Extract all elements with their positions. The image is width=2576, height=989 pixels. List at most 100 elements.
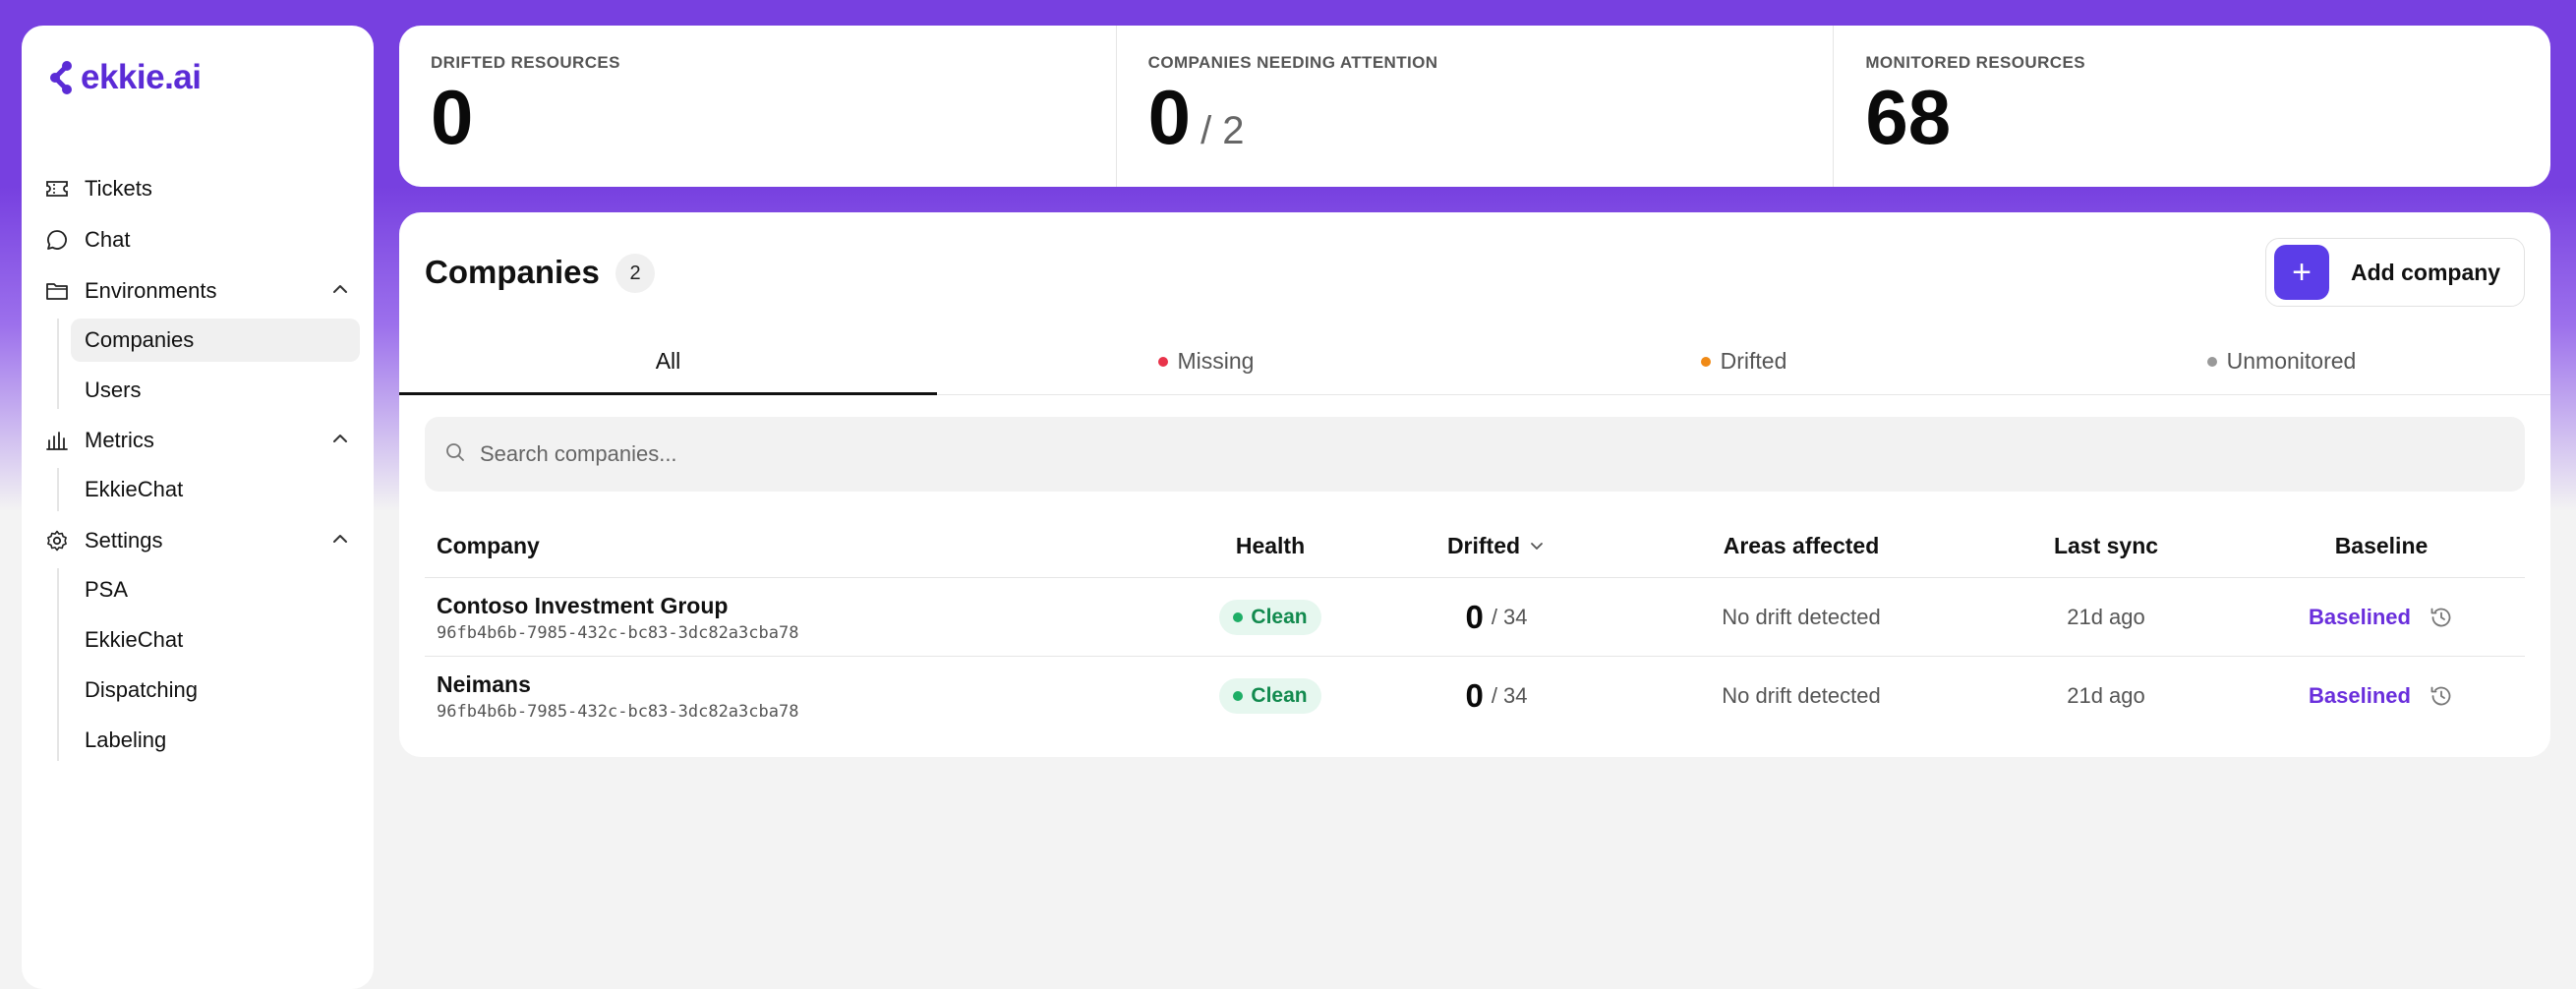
tab-label: Missing [1177, 348, 1255, 374]
sidebar-item-psa[interactable]: PSA [71, 568, 360, 611]
add-company-button[interactable]: + Add company [2265, 238, 2525, 307]
history-icon[interactable] [2429, 605, 2454, 630]
health-label: Clean [1251, 684, 1308, 707]
sidebar-item-label: Settings [85, 528, 163, 553]
last-sync: 21d ago [2067, 683, 2145, 708]
stat-drifted-resources: DRIFTED RESOURCES 0 [399, 26, 1116, 187]
folder-icon [45, 279, 69, 303]
sidebar-item-dispatching[interactable]: Dispatching [71, 669, 360, 712]
chat-icon [45, 228, 69, 252]
baseline-link[interactable]: Baselined [2309, 605, 2411, 630]
companies-panel: Companies 2 + Add company All Missing Dr… [399, 212, 2550, 757]
sidebar-item-settings[interactable]: Settings [45, 519, 360, 562]
tab-drifted[interactable]: Drifted [1475, 328, 2013, 394]
sidebar-item-metrics-ekkiechat[interactable]: EkkieChat [71, 468, 360, 511]
filter-tabs: All Missing Drifted Unmonitored [399, 328, 2550, 395]
tab-label: Unmonitored [2226, 348, 2357, 374]
column-company[interactable]: Company [437, 513, 540, 578]
brand-name: ekkie.ai [81, 58, 202, 96]
stat-label: DRIFTED RESOURCES [431, 53, 620, 72]
status-dot-icon [2206, 356, 2217, 367]
status-dot-icon [1157, 356, 1168, 367]
table-header: Company Health Drifted Areas affected La… [425, 513, 2525, 578]
status-badge: Clean [1219, 678, 1321, 714]
areas-affected: No drift detected [1722, 605, 1881, 629]
chevron-up-icon[interactable] [330, 279, 350, 305]
health-cell: Clean [1182, 578, 1359, 657]
sidebar-item-users[interactable]: Users [71, 369, 360, 412]
stat-value: 0 [1147, 74, 1192, 160]
ticket-icon [45, 177, 69, 201]
tab-missing[interactable]: Missing [937, 328, 1475, 394]
column-drifted[interactable]: Drifted [1378, 513, 1614, 578]
stat-value: 68 [1865, 74, 1952, 160]
sidebar-item-metrics[interactable]: Metrics [45, 419, 360, 462]
chevron-down-icon [1528, 537, 1546, 554]
stat-label: COMPANIES NEEDING ATTENTION [1147, 53, 1438, 72]
baseline-cell: Baselined [2254, 578, 2509, 657]
column-health[interactable]: Health [1182, 513, 1359, 578]
tab-label: All [655, 348, 681, 374]
sidebar-item-chat[interactable]: Chat [45, 218, 360, 262]
chevron-up-icon[interactable] [330, 529, 350, 554]
drifted-total: / 34 [1491, 605, 1528, 629]
sub-rail [57, 568, 59, 761]
drifted-count: 0 [1465, 599, 1484, 635]
sub-rail [57, 468, 59, 511]
search-bar [425, 417, 2525, 492]
sidebar-item-label: Metrics [85, 428, 154, 452]
stat-companies-needing-attention: COMPANIES NEEDING ATTENTION 0 / 2 [1115, 26, 1834, 187]
sidebar-item-environments[interactable]: Environments [45, 269, 360, 313]
stat-value: 0 [431, 74, 474, 160]
column-baseline[interactable]: Baseline [2254, 513, 2509, 578]
page-title: Companies [425, 254, 600, 290]
drifted-cell: 0 / 34 [1378, 657, 1614, 735]
table-row[interactable]: Contoso Investment Group 96fb4b6b-7985-4… [425, 578, 2525, 657]
logo[interactable]: ekkie.ai [49, 53, 202, 102]
areas-affected: No drift detected [1722, 683, 1881, 708]
search-icon [444, 441, 466, 468]
company-name[interactable]: Neimans [437, 671, 531, 698]
company-name[interactable]: Contoso Investment Group [437, 593, 728, 619]
chevron-up-icon[interactable] [330, 429, 350, 454]
status-badge: Clean [1219, 600, 1321, 635]
last-sync-cell: 21d ago [1978, 657, 2234, 735]
baseline-link[interactable]: Baselined [2309, 683, 2411, 709]
drifted-count: 0 [1465, 677, 1484, 714]
health-cell: Clean [1182, 657, 1359, 735]
stat-value-row: 0 [431, 79, 1084, 155]
status-dot-icon [1700, 356, 1711, 367]
areas-cell: No drift detected [1654, 578, 1949, 657]
company-id: 96fb4b6b-7985-432c-bc83-3dc82a3cba78 [437, 622, 799, 643]
stat-monitored-resources: MONITORED RESOURCES 68 [1833, 26, 2550, 187]
company-cell: Contoso Investment Group 96fb4b6b-7985-4… [437, 578, 798, 657]
sidebar-item-settings-ekkiechat[interactable]: EkkieChat [71, 618, 360, 662]
status-dot-icon [1233, 691, 1244, 701]
sidebar-item-label: Environments [85, 278, 217, 303]
stats-bar: DRIFTED RESOURCES 0 COMPANIES NEEDING AT… [399, 26, 2550, 187]
column-last-sync[interactable]: Last sync [1978, 513, 2234, 578]
sidebar-item-labeling[interactable]: Labeling [71, 719, 360, 762]
add-company-label: Add company [2351, 259, 2501, 285]
sidebar-item-label: Tickets [85, 176, 152, 201]
bar-chart-icon [45, 429, 69, 452]
sub-rail [57, 319, 59, 409]
health-label: Clean [1251, 606, 1308, 628]
sidebar: ekkie.ai Tickets Chat Environments Compa… [22, 26, 374, 989]
sidebar-item-companies[interactable]: Companies [71, 319, 360, 362]
history-icon[interactable] [2429, 683, 2454, 709]
column-areas-affected[interactable]: Areas affected [1654, 513, 1949, 578]
sidebar-item-label: Chat [85, 227, 131, 252]
tab-all[interactable]: All [399, 328, 937, 395]
stat-total: / 2 [1200, 109, 1245, 152]
last-sync: 21d ago [2067, 605, 2145, 629]
areas-cell: No drift detected [1654, 657, 1949, 735]
last-sync-cell: 21d ago [1978, 578, 2234, 657]
company-cell: Neimans 96fb4b6b-7985-432c-bc83-3dc82a3c… [437, 657, 798, 735]
table-row[interactable]: Neimans 96fb4b6b-7985-432c-bc83-3dc82a3c… [425, 657, 2525, 735]
sidebar-item-tickets[interactable]: Tickets [45, 167, 360, 210]
tab-unmonitored[interactable]: Unmonitored [2013, 328, 2550, 394]
tab-label: Drifted [1720, 348, 1787, 374]
search-input[interactable] [480, 441, 2348, 467]
stat-value-row: 68 [1865, 79, 2519, 155]
